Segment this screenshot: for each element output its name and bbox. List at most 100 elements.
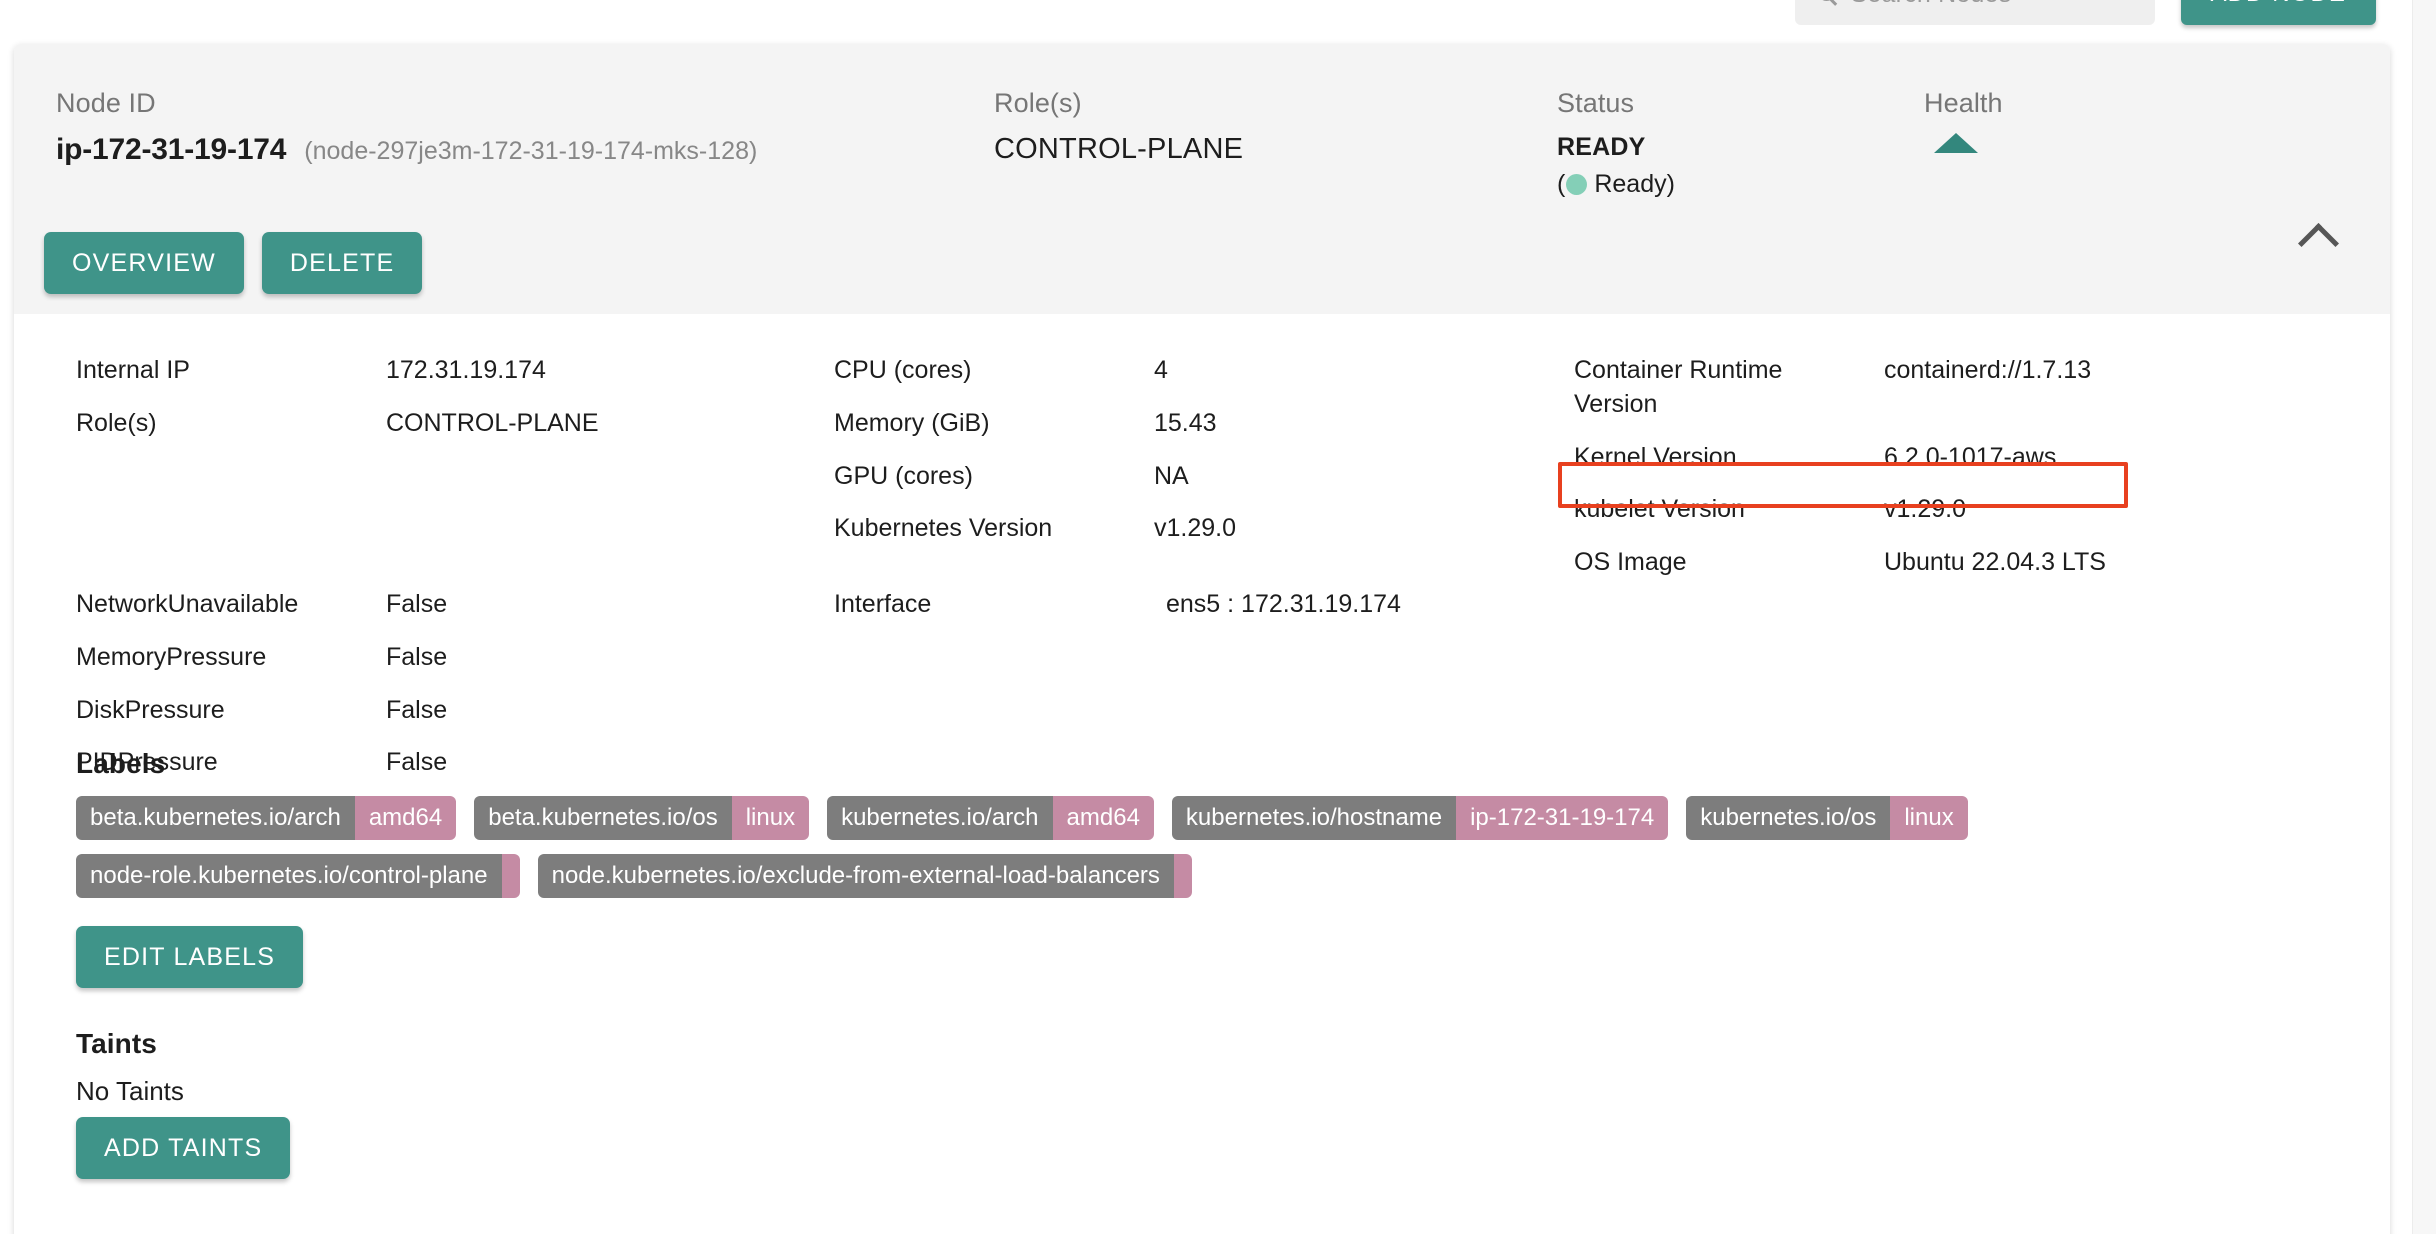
- label-chip[interactable]: kubernetes.io/hostname ip-172-31-19-174: [1171, 796, 1669, 840]
- condition-value: False: [386, 748, 448, 777]
- page-scrollbar[interactable]: [2412, 0, 2436, 1234]
- label-chip[interactable]: beta.kubernetes.io/arch amd64: [76, 796, 457, 840]
- info-key: OS Image: [1574, 548, 1687, 576]
- info-row: GPU (cores) NA: [834, 460, 1574, 494]
- info-key: Kernel Version: [1574, 442, 1737, 471]
- status-label: Status: [1557, 88, 1635, 118]
- label-chip-key: node.kubernetes.io/exclude-from-external…: [537, 854, 1174, 898]
- info-key: Internal IP: [76, 356, 190, 384]
- info-value: 6.2.0-1017-aws: [1884, 442, 2057, 471]
- info-value: v1.29.0: [1154, 514, 1237, 543]
- label-chip-key: beta.kubernetes.io/arch: [76, 796, 355, 840]
- condition-row: DiskPressure False: [76, 694, 447, 728]
- delete-button[interactable]: DELETE: [261, 232, 423, 294]
- interface-key: Interface: [834, 590, 932, 618]
- node-id-value: ip-172-31-19-174 (node-297je3m-172-31-19…: [56, 133, 757, 167]
- search-nodes-field[interactable]: Search Nodes: [1794, 0, 2155, 25]
- info-value: 15.43: [1154, 408, 1217, 437]
- condition-row: MemoryPressure False: [76, 641, 447, 675]
- search-icon: [1817, 0, 1839, 5]
- label-chip-value: linux: [1890, 796, 1968, 840]
- label-chip[interactable]: beta.kubernetes.io/os linux: [474, 796, 810, 840]
- triangle-up-icon: [1934, 133, 1978, 153]
- label-chip-value: ip-172-31-19-174: [1456, 796, 1669, 840]
- info-row: OS Image Ubuntu 22.04.3 LTS: [1574, 546, 2274, 580]
- interface-column: Interface ens5 : 172.31.19.174: [834, 588, 1401, 641]
- info-row: Kernel Version 6.2.0-1017-aws: [1574, 441, 2274, 475]
- overview-button[interactable]: OVERVIEW: [44, 232, 244, 294]
- node-id-block: Node ID ip-172-31-19-174 (node-297je3m-1…: [56, 88, 757, 167]
- chevron-up-icon[interactable]: [2292, 209, 2344, 261]
- condition-key: DiskPressure: [76, 695, 225, 724]
- info-row: CPU (cores) 4: [834, 354, 1574, 388]
- node-id-name: ip-172-31-19-174: [56, 133, 287, 166]
- node-header: Node ID ip-172-31-19-174 (node-297je3m-1…: [14, 44, 2390, 314]
- add-taints-button[interactable]: ADD TAINTS: [76, 1117, 291, 1179]
- info-key: Container Runtime Version: [1574, 356, 1783, 418]
- condition-value: False: [386, 590, 448, 618]
- search-input-placeholder[interactable]: Search Nodes: [1851, 0, 2012, 9]
- labels-actions: EDIT LABELS: [76, 926, 2390, 988]
- info-column-capacity: CPU (cores) 4 Memory (GiB) 15.43 GPU (co…: [834, 354, 1574, 565]
- label-chip[interactable]: node-role.kubernetes.io/control-plane: [76, 854, 520, 898]
- condition-row: NetworkUnavailable False: [76, 588, 447, 622]
- info-key: CPU (cores): [834, 356, 972, 384]
- label-chip[interactable]: kubernetes.io/os linux: [1686, 796, 1968, 840]
- node-conditions: NetworkUnavailable False MemoryPressure …: [14, 588, 2390, 776]
- status-detail-text: Ready: [1594, 169, 1667, 198]
- node-roles-block: Role(s) CONTROL-PLANE: [994, 88, 1243, 166]
- nodes-toolbar: Search Nodes ADD NODE: [1794, 0, 2376, 28]
- condition-key: NetworkUnavailable: [76, 590, 299, 618]
- info-key: kubelet Version: [1574, 495, 1745, 524]
- add-node-button[interactable]: ADD NODE: [2180, 0, 2376, 25]
- node-health-block: Health: [1924, 88, 2003, 153]
- node-detail-card: Node ID ip-172-31-19-174 (node-297je3m-1…: [14, 44, 2390, 1234]
- info-row: Kubernetes Version v1.29.0: [834, 512, 1574, 546]
- label-chip-key: kubernetes.io/os: [1686, 796, 1891, 840]
- status-paren-open: (: [1557, 169, 1566, 198]
- info-value: Ubuntu 22.04.3 LTS: [1884, 548, 2106, 576]
- condition-row: PIDPressure False: [76, 746, 447, 780]
- taints-empty-text: No Taints: [76, 1076, 184, 1106]
- node-header-actions: OVERVIEW DELETE: [44, 232, 423, 294]
- taints-section: Taints No Taints ADD TAINTS: [76, 1028, 2390, 1179]
- status-dot-icon: [1566, 173, 1588, 195]
- roles-label: Role(s): [994, 88, 1082, 118]
- info-key: Kubernetes Version: [834, 514, 1053, 543]
- condition-key: PIDPressure: [76, 748, 218, 777]
- condition-key: MemoryPressure: [76, 642, 267, 671]
- label-chip-value: [501, 854, 520, 898]
- info-row: Memory (GiB) 15.43: [834, 407, 1574, 441]
- label-chip-key: node-role.kubernetes.io/control-plane: [76, 854, 502, 898]
- info-key: Memory (GiB): [834, 408, 990, 437]
- label-chip-key: kubernetes.io/hostname: [1171, 796, 1457, 840]
- label-chip[interactable]: node.kubernetes.io/exclude-from-external…: [537, 854, 1192, 898]
- edit-labels-button[interactable]: EDIT LABELS: [76, 926, 304, 988]
- info-key: GPU (cores): [834, 461, 973, 490]
- label-chip-value: linux: [731, 796, 810, 840]
- status-paren-close: ): [1666, 169, 1675, 198]
- node-detail-body: Internal IP 172.31.19.174 Role(s) CONTRO…: [14, 314, 2390, 1234]
- info-value: 4: [1154, 356, 1168, 384]
- label-chip-value: amd64: [1052, 796, 1154, 840]
- info-key: Role(s): [76, 408, 157, 437]
- info-row-kubelet-version: kubelet Version v1.29.0: [1574, 493, 2274, 527]
- info-value: containerd://1.7.13: [1884, 356, 2092, 384]
- label-chip[interactable]: kubernetes.io/arch amd64: [827, 796, 1154, 840]
- roles-value: CONTROL-PLANE: [994, 133, 1244, 165]
- node-id-uid: (node-297je3m-172-31-19-174-mks-128): [304, 137, 758, 165]
- taints-section-title: Taints: [76, 1028, 157, 1059]
- label-chip-value: amd64: [354, 796, 457, 840]
- status-badge: READY: [1557, 133, 1646, 161]
- conditions-column: NetworkUnavailable False MemoryPressure …: [76, 588, 447, 799]
- info-row: Container Runtime Version containerd://1…: [1574, 354, 2274, 422]
- info-row: Role(s) CONTROL-PLANE: [76, 407, 836, 441]
- label-chip-key: kubernetes.io/arch: [827, 796, 1053, 840]
- label-chip-value: [1173, 854, 1192, 898]
- info-value: 172.31.19.174: [386, 356, 546, 384]
- node-info-grid: Internal IP 172.31.19.174 Role(s) CONTRO…: [14, 354, 2390, 584]
- node-detail-page: Search Nodes ADD NODE Node ID ip-172-31-…: [0, 0, 2436, 1234]
- condition-value: False: [386, 642, 448, 671]
- status-detail: ( Ready ): [1557, 170, 1675, 199]
- info-row: Internal IP 172.31.19.174: [76, 354, 836, 388]
